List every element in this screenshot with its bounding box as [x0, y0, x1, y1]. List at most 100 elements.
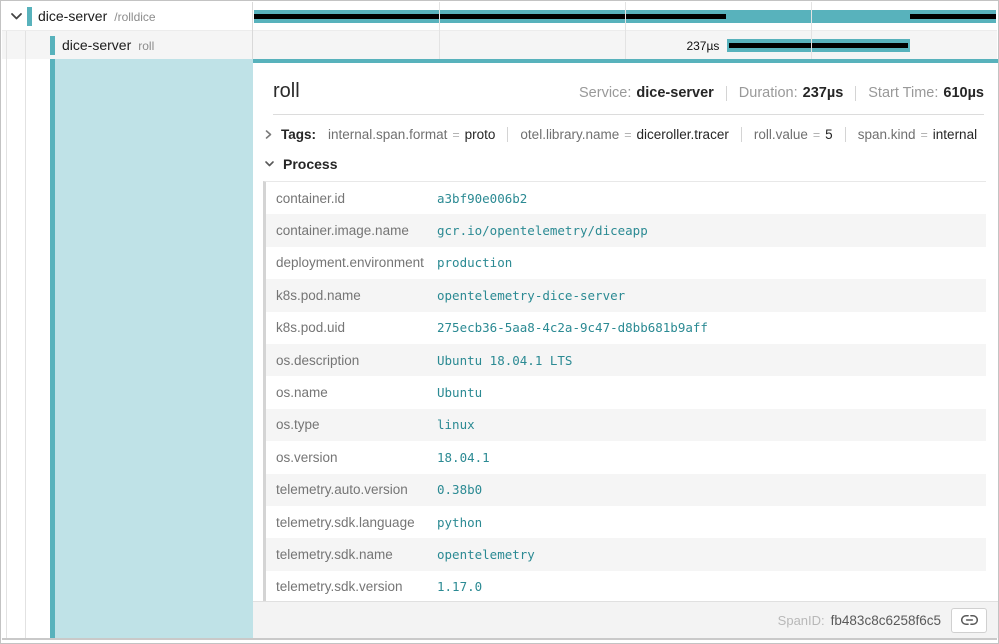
span-tree-gutter — [2, 59, 253, 638]
table-row: telemetry.auto.version0.38b0 — [266, 474, 986, 506]
table-row: telemetry.sdk.nameopentelemetry — [266, 538, 986, 570]
table-row: telemetry.sdk.languagepython — [266, 506, 986, 538]
span-bar-roll[interactable] — [727, 39, 910, 52]
tag-equals: = — [452, 128, 459, 142]
process-accordion[interactable]: Process — [264, 156, 984, 172]
table-row: deployment.environmentproduction — [266, 247, 986, 279]
table-row: os.descriptionUbuntu 18.04.1 LTS — [266, 344, 986, 376]
tag-value: 5 — [825, 127, 833, 142]
span-title: roll — [273, 80, 300, 103]
indent-guide — [6, 59, 7, 638]
table-row: os.typelinux — [266, 409, 986, 441]
span-timeline-cell: 237µs — [254, 31, 996, 60]
deep-link-button[interactable] — [951, 608, 987, 633]
tag-key: otel.library.name — [520, 127, 619, 142]
span-operation-name: /rolldice — [114, 10, 155, 24]
process-key: telemetry.auto.version — [266, 482, 437, 497]
tag-key: span.kind — [858, 127, 916, 142]
span-detail-header[interactable]: roll Service: dice-server Duration: 237µs … — [273, 80, 984, 103]
indent-guide — [25, 59, 26, 638]
span-detail-footer: SpanID: fb483c8c6258f6c5 — [253, 601, 999, 638]
name-column-divider — [252, 2, 253, 59]
process-key: k8s.pod.uid — [266, 320, 437, 335]
tag-key: roll.value — [754, 127, 808, 142]
process-value: production — [437, 255, 512, 270]
table-row: k8s.pod.nameopentelemetry-dice-server — [266, 279, 986, 311]
tag-item: otel.library.name = diceroller.tracer — [520, 127, 728, 142]
tag-equals: = — [813, 128, 820, 142]
service-key: Service: — [579, 85, 631, 101]
tag-item: internal.span.format = proto — [328, 127, 495, 142]
span-row-roll-selected[interactable]: dice-server roll 237µs — [2, 31, 997, 60]
tag-divider — [741, 127, 742, 142]
span-row-rolldice[interactable]: dice-server/rolldice — [2, 2, 997, 31]
span-name-column: dice-server/rolldice — [2, 2, 253, 30]
process-value: gcr.io/opentelemetry/diceapp — [437, 223, 648, 238]
process-key-value-table: container.ida3bf90e006b2 container.image… — [263, 181, 986, 603]
tags-accordion[interactable]: Tags: internal.span.format = proto otel.li… — [264, 127, 984, 142]
process-value: 18.04.1 — [437, 450, 490, 465]
tag-divider — [845, 127, 846, 142]
span-service-name: dice-server roll — [62, 37, 154, 53]
process-value: Ubuntu 18.04.1 LTS — [437, 353, 572, 368]
process-key: os.version — [266, 450, 437, 465]
process-key: container.image.name — [266, 223, 437, 238]
tag-item: roll.value = 5 — [754, 127, 833, 142]
span-color-bar — [27, 7, 32, 26]
chevron-right-icon — [264, 129, 273, 140]
table-row: os.version18.04.1 — [266, 441, 986, 473]
tag-value: proto — [465, 127, 496, 142]
process-key: os.type — [266, 417, 437, 432]
process-label: Process — [283, 156, 337, 172]
header-divider — [273, 114, 984, 115]
tag-key: internal.span.format — [328, 127, 447, 142]
self-time-bar — [910, 14, 996, 19]
span-color-bar — [50, 36, 55, 55]
process-value: opentelemetry — [437, 547, 535, 562]
table-row: k8s.pod.uid275ecb36-5aa8-4c2a-9c47-d8bb6… — [266, 312, 986, 344]
start-time-key: Start Time: — [868, 85, 938, 101]
duration-value: 237µs — [803, 85, 844, 101]
process-key: telemetry.sdk.name — [266, 547, 437, 562]
tags-label: Tags: — [281, 127, 316, 142]
process-value: a3bf90e006b2 — [437, 191, 527, 206]
table-row: container.image.namegcr.io/opentelemetry… — [266, 214, 986, 246]
service-value: dice-server — [636, 85, 713, 101]
table-row: os.nameUbuntu — [266, 376, 986, 408]
table-row: container.ida3bf90e006b2 — [266, 182, 986, 214]
span-overview-stats: Service: dice-server Duration: 237µs Start… — [579, 85, 984, 101]
process-value: python — [437, 515, 482, 530]
selected-span-highlight — [55, 59, 253, 638]
tag-equals: = — [624, 128, 631, 142]
stat-divider — [726, 86, 727, 101]
process-value: 275ecb36-5aa8-4c2a-9c47-d8bb681b9aff — [437, 320, 708, 335]
indent-guide — [6, 31, 7, 60]
process-key: deployment.environment — [266, 255, 437, 270]
process-key: telemetry.sdk.language — [266, 515, 437, 530]
process-key: container.id — [266, 191, 437, 206]
link-icon — [961, 613, 978, 627]
span-name-column: dice-server roll — [2, 31, 253, 60]
span-operation-name: roll — [138, 39, 154, 53]
process-key: os.description — [266, 353, 437, 368]
chevron-down-icon — [264, 160, 275, 168]
service-label: dice-server — [38, 8, 107, 24]
self-time-bar — [729, 43, 908, 48]
duration-key: Duration: — [739, 85, 798, 101]
tag-item: span.kind=internal — [858, 127, 977, 142]
span-detail-panel: roll Service: dice-server Duration: 237µs … — [253, 59, 999, 638]
self-time-bar — [254, 14, 726, 19]
table-row: telemetry.sdk.version1.17.0 — [266, 571, 986, 603]
service-label: dice-server — [62, 37, 131, 53]
process-value: opentelemetry-dice-server — [437, 288, 625, 303]
process-value: Ubuntu — [437, 385, 482, 400]
collapse-children-chevron-icon[interactable] — [10, 12, 23, 21]
process-value: 0.38b0 — [437, 482, 482, 497]
tag-summary-list: internal.span.format = proto otel.library.… — [328, 127, 977, 142]
tag-value: diceroller.tracer — [637, 127, 729, 142]
tag-equals: = — [920, 128, 927, 142]
process-key: os.name — [266, 385, 437, 400]
start-time-value: 610µs — [943, 85, 984, 101]
stat-divider — [855, 86, 856, 101]
process-value: linux — [437, 417, 475, 432]
